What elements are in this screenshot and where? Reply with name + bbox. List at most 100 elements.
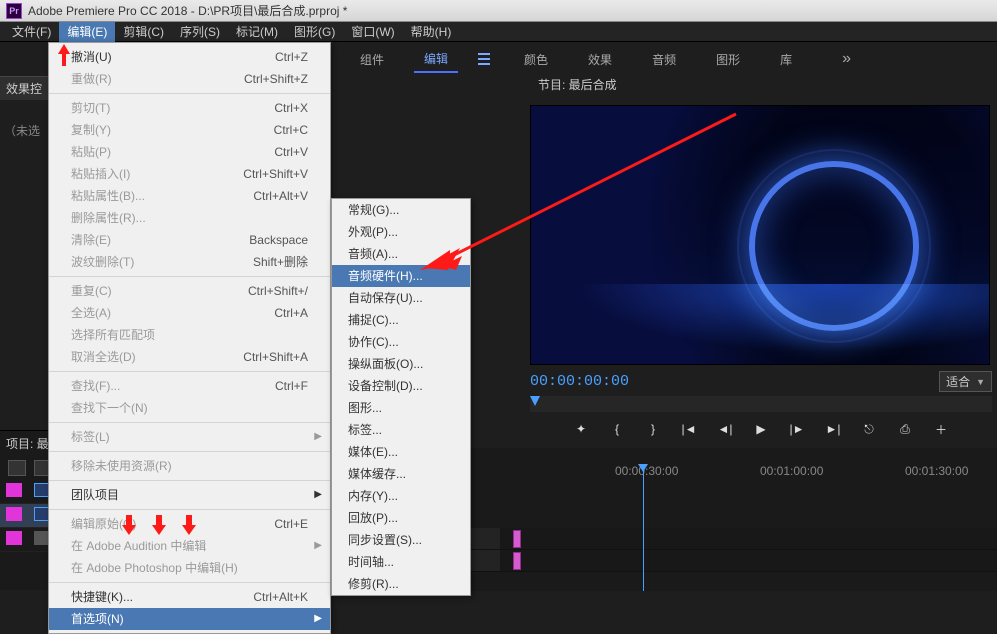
- menu-marker[interactable]: 标记(M): [228, 22, 286, 42]
- lift-button[interactable]: ⎋: [859, 420, 879, 438]
- menu-graphics[interactable]: 图形(G): [286, 22, 343, 42]
- menu-item-label: 重做(R): [71, 70, 244, 88]
- workspace-more-icon[interactable]: »: [842, 50, 851, 68]
- workspace-libraries[interactable]: 库: [770, 47, 802, 72]
- submenu-arrow-icon: ▶: [314, 428, 322, 446]
- menu-item-shortcut: Ctrl+A: [274, 304, 308, 322]
- preferences-item[interactable]: 操纵面板(O)...: [332, 353, 470, 375]
- hamburger-icon[interactable]: [478, 53, 494, 65]
- edit-menu-item: 在 Adobe Photoshop 中编辑(H): [49, 557, 330, 579]
- edit-menu-item: 重做(R)Ctrl+Shift+Z: [49, 68, 330, 90]
- preferences-item[interactable]: 时间轴...: [332, 551, 470, 573]
- zoom-level-select[interactable]: 适合 ▼: [939, 371, 992, 392]
- preferences-item[interactable]: 捕捉(C)...: [332, 309, 470, 331]
- edit-menu-item: 在 Adobe Audition 中编辑▶: [49, 535, 330, 557]
- menu-edit[interactable]: 编辑(E): [59, 22, 115, 42]
- menu-help[interactable]: 帮助(H): [403, 22, 460, 42]
- menu-item-shortcut: Ctrl+Shift+A: [243, 348, 308, 366]
- step-fwd-button[interactable]: |►: [787, 420, 807, 438]
- edit-menu-item[interactable]: 首选项(N)▶: [49, 608, 330, 630]
- menu-item-label: 波纹删除(T): [71, 253, 253, 271]
- label-color-chip[interactable]: [6, 531, 22, 545]
- preferences-item[interactable]: 音频硬件(H)...: [332, 265, 470, 287]
- ruler-tick: 00:01:00:00: [760, 464, 823, 478]
- menu-item-shortcut: Ctrl+Shift+/: [248, 282, 308, 300]
- preferences-item[interactable]: 音频(A)...: [332, 243, 470, 265]
- program-monitor-viewport[interactable]: [530, 105, 990, 365]
- edit-menu-item: 查找(F)...Ctrl+F: [49, 375, 330, 397]
- add-marker-button[interactable]: ✦: [571, 420, 591, 438]
- menu-item-shortcut: Ctrl+C: [274, 121, 308, 139]
- preferences-item[interactable]: 图形...: [332, 397, 470, 419]
- program-timecode[interactable]: 00:00:00:00: [530, 373, 629, 390]
- preferences-item[interactable]: 回放(P)...: [332, 507, 470, 529]
- edit-menu-item: 复制(Y)Ctrl+C: [49, 119, 330, 141]
- mark-out-button[interactable]: }: [643, 420, 663, 438]
- transport-controls: ✦ { } |◄ ◄| ▶ |► ►| ⎋ ⎙ ＋: [530, 420, 992, 438]
- effect-controls-empty: （未选: [0, 122, 50, 139]
- menu-item-label: 团队项目: [71, 486, 308, 504]
- preferences-item[interactable]: 自动保存(U)...: [332, 287, 470, 309]
- preferences-item[interactable]: 协作(C)...: [332, 331, 470, 353]
- menu-window[interactable]: 窗口(W): [343, 22, 402, 42]
- workspace-editing[interactable]: 编辑: [414, 46, 458, 73]
- preferences-item[interactable]: 外观(P)...: [332, 221, 470, 243]
- video-clip[interactable]: [513, 552, 521, 570]
- edit-menu-item[interactable]: 快捷键(K)...Ctrl+Alt+K: [49, 586, 330, 608]
- effect-controls-tab[interactable]: 效果控: [0, 76, 48, 100]
- menu-item-label: 撤消(U): [71, 48, 275, 66]
- menu-item-shortcut: Ctrl+E: [274, 515, 308, 533]
- export-frame-button[interactable]: ⎙: [895, 420, 915, 438]
- step-back-button[interactable]: ◄|: [715, 420, 735, 438]
- go-to-in-button[interactable]: |◄: [679, 420, 699, 438]
- timeline-ruler[interactable]: 00:00:30:0000:01:00:0000:01:30:0000:02:0…: [470, 464, 997, 488]
- menu-item-label: 取消全选(D): [71, 348, 243, 366]
- workspace-assembly[interactable]: 组件: [350, 47, 394, 72]
- program-monitor: 节目: 最后合成 00:00:00:00 适合 ▼ ✦ { } |◄ ◄| ▶ …: [530, 76, 992, 426]
- menu-clip[interactable]: 剪辑(C): [115, 22, 172, 42]
- edit-menu-item[interactable]: 撤消(U)Ctrl+Z: [49, 46, 330, 68]
- track-lane[interactable]: [500, 550, 997, 572]
- program-monitor-tab[interactable]: 节目: 最后合成: [530, 76, 625, 94]
- menu-file[interactable]: 文件(F): [4, 22, 59, 42]
- timeline-playhead[interactable]: [643, 464, 644, 591]
- workspace-effects[interactable]: 效果: [578, 47, 622, 72]
- program-playhead-icon[interactable]: [530, 396, 540, 406]
- preferences-item[interactable]: 标签...: [332, 419, 470, 441]
- project-list-view-icon[interactable]: [8, 460, 26, 476]
- edit-menu-item[interactable]: 团队项目 ▶: [49, 484, 330, 506]
- mark-in-button[interactable]: {: [607, 420, 627, 438]
- menu-sequence[interactable]: 序列(S): [172, 22, 228, 42]
- preferences-item[interactable]: 内存(Y)...: [332, 485, 470, 507]
- label-color-chip[interactable]: [6, 483, 22, 497]
- preferences-item[interactable]: 修剪(R)...: [332, 573, 470, 595]
- menu-item-label: 复制(Y): [71, 121, 274, 139]
- submenu-arrow-icon: ▶: [314, 486, 322, 504]
- edit-menu-item: 波纹删除(T)Shift+删除: [49, 251, 330, 273]
- button-editor[interactable]: ＋: [931, 420, 951, 438]
- menu-item-shortcut: Ctrl+Shift+Z: [244, 70, 308, 88]
- preferences-item[interactable]: 常规(G)...: [332, 199, 470, 221]
- preferences-item[interactable]: 同步设置(S)...: [332, 529, 470, 551]
- play-button[interactable]: ▶: [751, 420, 771, 438]
- program-time-ruler[interactable]: [530, 396, 992, 412]
- workspace-graphics[interactable]: 图形: [706, 47, 750, 72]
- menu-item-label: 首选项(N): [71, 610, 308, 628]
- preferences-item[interactable]: 媒体(E)...: [332, 441, 470, 463]
- window-titlebar: Pr Adobe Premiere Pro CC 2018 - D:\PR项目\…: [0, 0, 997, 22]
- preferences-item[interactable]: 设备控制(D)...: [332, 375, 470, 397]
- video-clip[interactable]: [513, 530, 521, 548]
- edit-menu-item: 剪切(T)Ctrl+X: [49, 97, 330, 119]
- menu-item-label: 选择所有匹配项: [71, 326, 308, 344]
- workspace-audio[interactable]: 音频: [642, 47, 686, 72]
- go-to-out-button[interactable]: ►|: [823, 420, 843, 438]
- edit-menu-item: 查找下一个(N): [49, 397, 330, 419]
- track-lane[interactable]: [500, 528, 997, 550]
- label-color-chip[interactable]: [6, 507, 22, 521]
- edit-menu-item: 清除(E)Backspace: [49, 229, 330, 251]
- edit-menu-item: 取消全选(D)Ctrl+Shift+A: [49, 346, 330, 368]
- edit-menu-item: 选择所有匹配项: [49, 324, 330, 346]
- workspace-color[interactable]: 颜色: [514, 47, 558, 72]
- preferences-item[interactable]: 媒体缓存...: [332, 463, 470, 485]
- preferences-submenu: 常规(G)...外观(P)...音频(A)...音频硬件(H)...自动保存(U…: [331, 198, 471, 596]
